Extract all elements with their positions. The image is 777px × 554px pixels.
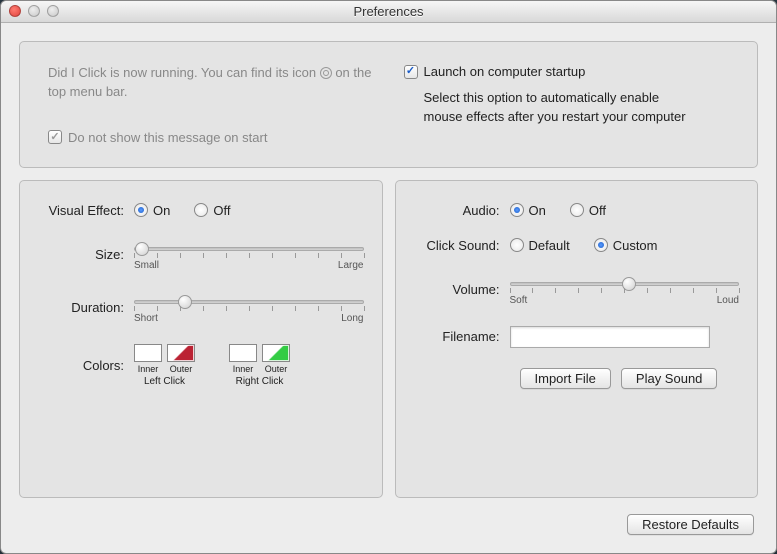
audio-on-option[interactable]: On <box>510 203 546 218</box>
content: Did I Click is now running. You can find… <box>1 23 776 553</box>
launch-row: Launch on computer startup <box>404 64 730 79</box>
launch-description: Select this option to automatically enab… <box>424 89 694 127</box>
duration-slider[interactable]: Short Long <box>134 291 364 324</box>
left-click-colors: Inner Outer Left Click <box>134 344 195 387</box>
right-inner-color-swatch[interactable] <box>229 344 257 362</box>
dont-show-row: Do not show this message on start <box>48 130 374 145</box>
radio-icon <box>134 203 148 217</box>
radio-icon <box>594 238 608 252</box>
radio-icon <box>570 203 584 217</box>
size-label: Size: <box>34 247 134 262</box>
click-sound-default-option[interactable]: Default <box>510 238 570 253</box>
radio-icon <box>510 238 524 252</box>
radio-icon <box>510 203 524 217</box>
audio-label: Audio: <box>410 203 510 218</box>
info-left: Did I Click is now running. You can find… <box>48 64 374 145</box>
click-sound-label: Click Sound: <box>410 238 510 253</box>
launch-startup-label: Launch on computer startup <box>424 64 586 79</box>
visual-effect-on-option[interactable]: On <box>134 203 170 218</box>
left-outer-color-swatch[interactable] <box>167 344 195 362</box>
titlebar: Preferences <box>1 1 776 23</box>
audio-off-option[interactable]: Off <box>570 203 606 218</box>
zoom-window-button[interactable] <box>47 5 59 17</box>
visual-effect-label: Visual Effect: <box>34 203 134 218</box>
audio-button-row: Import File Play Sound <box>520 368 740 389</box>
restore-defaults-button[interactable]: Restore Defaults <box>627 514 754 535</box>
launch-startup-checkbox[interactable] <box>404 65 418 79</box>
size-slider[interactable]: Small Large <box>134 238 364 271</box>
filename-label: Filename: <box>410 329 510 344</box>
dont-show-checkbox[interactable] <box>48 130 62 144</box>
duration-label: Duration: <box>34 300 134 315</box>
left-inner-color-swatch[interactable] <box>134 344 162 362</box>
colors-label: Colors: <box>34 358 134 373</box>
window-title: Preferences <box>353 4 423 19</box>
volume-slider[interactable]: Soft Loud <box>510 273 740 306</box>
close-window-button[interactable] <box>9 5 21 17</box>
audio-panel: Audio: On Off <box>395 180 759 498</box>
play-sound-button[interactable]: Play Sound <box>621 368 718 389</box>
radio-icon <box>194 203 208 217</box>
dont-show-label: Do not show this message on start <box>68 130 267 145</box>
menubar-target-icon <box>320 67 332 79</box>
import-file-button[interactable]: Import File <box>520 368 611 389</box>
visual-panel: Visual Effect: On Off <box>19 180 383 498</box>
visual-effect-off-option[interactable]: Off <box>194 203 230 218</box>
volume-label: Volume: <box>410 282 510 297</box>
traffic-lights <box>9 5 59 17</box>
running-message: Did I Click is now running. You can find… <box>48 64 374 102</box>
info-right: Launch on computer startup Select this o… <box>404 64 730 145</box>
settings-split: Visual Effect: On Off <box>19 180 758 498</box>
right-outer-color-swatch[interactable] <box>262 344 290 362</box>
info-panel: Did I Click is now running. You can find… <box>19 41 758 168</box>
footer: Restore Defaults <box>19 510 758 535</box>
click-sound-custom-option[interactable]: Custom <box>594 238 658 253</box>
preferences-window: Preferences Did I Click is now running. … <box>0 0 777 554</box>
minimize-window-button[interactable] <box>28 5 40 17</box>
right-click-colors: Inner Outer Right Click <box>229 344 290 387</box>
filename-input[interactable] <box>510 326 710 348</box>
